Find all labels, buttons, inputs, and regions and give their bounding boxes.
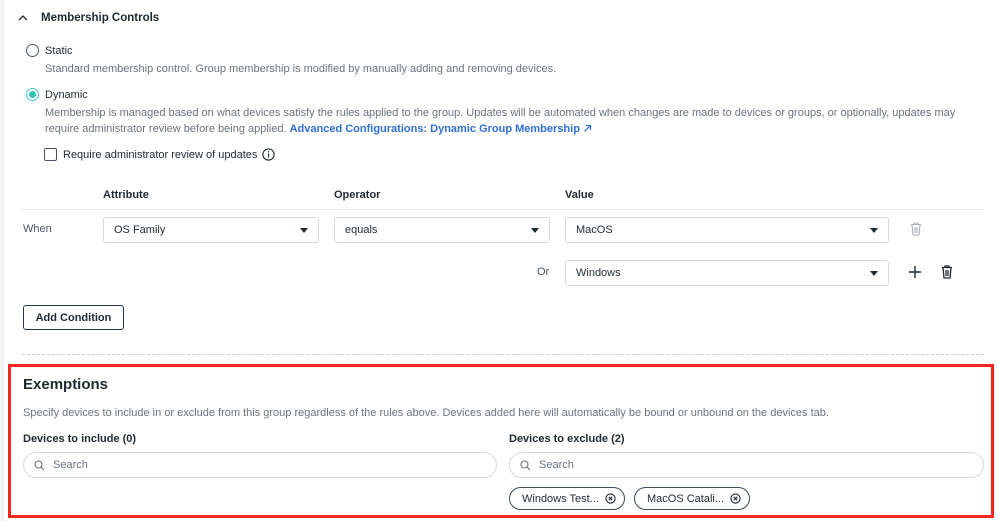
section-divider	[22, 354, 984, 355]
exclude-chip: Windows Test...	[509, 487, 625, 510]
attribute-select-value: OS Family	[114, 224, 166, 236]
caret-down-icon	[870, 270, 878, 276]
caret-down-icon	[531, 227, 539, 233]
membership-controls-toggle[interactable]: Membership Controls	[17, 12, 159, 24]
plus-icon[interactable]	[908, 264, 922, 280]
header-divider	[22, 209, 984, 210]
exemptions-description: Specify devices to include in or exclude…	[23, 407, 829, 419]
trash-icon[interactable]	[940, 264, 954, 280]
static-label: Static	[45, 44, 73, 57]
remove-chip-icon[interactable]	[730, 493, 741, 504]
caret-down-icon	[300, 227, 308, 233]
when-label: When	[23, 223, 52, 235]
attribute-select[interactable]: OS Family	[103, 217, 319, 243]
external-link-icon	[583, 124, 592, 132]
left-rail	[0, 0, 4, 521]
static-option[interactable]: Static	[26, 44, 73, 57]
review-checkbox[interactable]	[44, 148, 57, 161]
info-icon[interactable]	[262, 148, 276, 161]
dynamic-description: Membership is managed based on what devi…	[45, 105, 980, 137]
exclude-search-input[interactable]	[539, 459, 983, 471]
exclude-chip-label: Windows Test...	[522, 492, 599, 505]
section-title: Membership Controls	[41, 12, 160, 24]
remove-chip-icon[interactable]	[605, 493, 616, 504]
add-condition-button[interactable]: Add Condition	[23, 305, 124, 330]
value-column-header: Value	[565, 189, 594, 201]
review-checkbox-row[interactable]: Require administrator review of updates	[44, 148, 276, 161]
exclude-label: Devices to exclude (2)	[509, 433, 625, 445]
exclude-search[interactable]	[509, 452, 984, 478]
advanced-config-link-text: Advanced Configurations: Dynamic Group M…	[289, 123, 580, 135]
static-radio[interactable]	[26, 44, 39, 57]
trash-icon-disabled[interactable]	[909, 221, 923, 237]
search-icon	[520, 459, 531, 470]
static-description: Standard membership control. Group membe…	[45, 63, 557, 75]
include-search[interactable]	[23, 452, 497, 478]
chevron-up-icon	[18, 15, 28, 21]
advanced-config-link[interactable]: Advanced Configurations: Dynamic Group M…	[290, 123, 592, 135]
dynamic-option[interactable]: Dynamic	[26, 88, 88, 101]
value-select-2-value: Windows	[576, 267, 621, 279]
operator-select[interactable]: equals	[334, 217, 550, 243]
exclude-chip: MacOS Catali...	[634, 487, 751, 510]
value-select-2[interactable]: Windows	[565, 260, 889, 286]
caret-down-icon	[870, 227, 878, 233]
operator-select-value: equals	[345, 224, 378, 236]
dynamic-label: Dynamic	[45, 88, 88, 101]
value-select-1-value: MacOS	[576, 224, 613, 236]
search-icon	[34, 459, 45, 470]
review-checkbox-label: Require administrator review of updates	[63, 148, 258, 161]
value-select-1[interactable]: MacOS	[565, 217, 889, 243]
operator-column-header: Operator	[334, 189, 381, 201]
include-search-input[interactable]	[53, 459, 496, 471]
include-label: Devices to include (0)	[23, 433, 137, 445]
or-label: Or	[537, 266, 550, 278]
exemptions-title: Exemptions	[23, 376, 109, 393]
attribute-column-header: Attribute	[103, 189, 149, 201]
dynamic-radio[interactable]	[26, 88, 39, 101]
exclude-chip-label: MacOS Catali...	[647, 492, 725, 505]
exemptions-highlight-box	[8, 364, 994, 518]
